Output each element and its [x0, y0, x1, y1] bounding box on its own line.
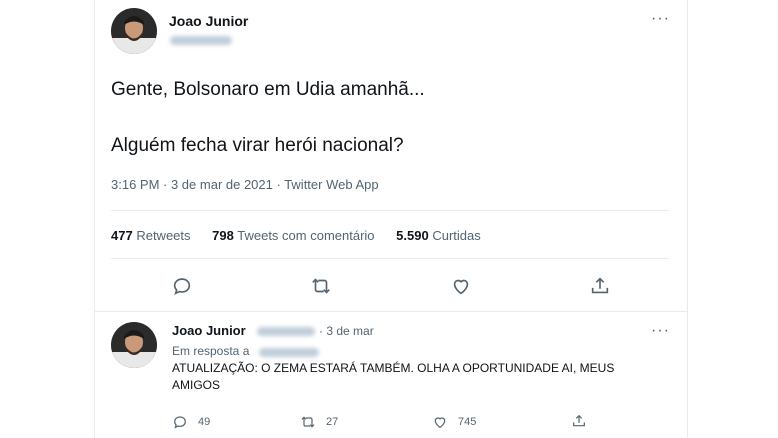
- replying-to-label: Em resposta a: [172, 344, 250, 358]
- reply-count: 49: [198, 416, 211, 428]
- reply-share-action[interactable]: [571, 413, 587, 429]
- reply-like-action[interactable]: 745: [432, 414, 476, 430]
- reply-more-options-icon[interactable]: ···: [651, 322, 670, 340]
- replying-to-handle-blurred: [259, 348, 319, 357]
- quotes-label: Tweets com comentário: [237, 228, 375, 243]
- likes-count: 5.590: [396, 228, 429, 243]
- tweet-stats: 477 Retweets 798 Tweets com comentário 5…: [111, 228, 499, 243]
- likes-stat[interactable]: 5.590 Curtidas: [396, 228, 481, 243]
- retweet-count: 27: [326, 416, 339, 428]
- likes-label: Curtidas: [432, 228, 481, 243]
- reply-author-avatar[interactable]: [111, 322, 157, 368]
- reply-reply-action[interactable]: 49: [172, 414, 210, 430]
- reply-date[interactable]: · 3 de mar: [319, 324, 374, 338]
- tweet-timestamp[interactable]: 3:16 PM · 3 de mar de 2021 · Twitter Web…: [111, 177, 379, 192]
- like-icon: [432, 414, 448, 430]
- quotes-stat[interactable]: 798 Tweets com comentário: [212, 228, 374, 243]
- reply-icon: [172, 414, 188, 430]
- retweets-count: 477: [111, 228, 133, 243]
- reply-icon[interactable]: [171, 275, 193, 297]
- share-icon[interactable]: [589, 275, 611, 297]
- share-icon: [571, 413, 587, 429]
- divider: [111, 210, 669, 211]
- retweet-icon: [300, 414, 316, 430]
- divider: [95, 311, 687, 312]
- author-handle-blurred: [170, 36, 232, 45]
- retweet-icon[interactable]: [310, 275, 332, 297]
- tweet-text-line-1: Gente, Bolsonaro em Udia amanhã...: [111, 79, 425, 100]
- divider: [111, 258, 669, 259]
- more-options-icon[interactable]: ···: [651, 10, 670, 28]
- reply-author-name[interactable]: Joao Junior: [172, 323, 246, 338]
- quotes-count: 798: [212, 228, 234, 243]
- like-count: 745: [458, 416, 477, 428]
- retweets-label: Retweets: [136, 228, 191, 243]
- like-icon[interactable]: [450, 275, 472, 297]
- tweet-text-line-2: Alguém fecha virar herói nacional?: [111, 135, 404, 156]
- reply-retweet-action[interactable]: 27: [300, 414, 338, 430]
- author-avatar[interactable]: [111, 8, 157, 54]
- author-name[interactable]: Joao Junior: [169, 13, 248, 29]
- retweets-stat[interactable]: 477 Retweets: [111, 228, 191, 243]
- tweet-card: Joao Junior ··· Gente, Bolsonaro em Udia…: [94, 0, 688, 438]
- reply-text: ATUALIZAÇÃO: O ZEMA ESTARÁ TAMBÉM. OLHA …: [172, 361, 615, 392]
- reply-author-handle-blurred: [257, 327, 315, 336]
